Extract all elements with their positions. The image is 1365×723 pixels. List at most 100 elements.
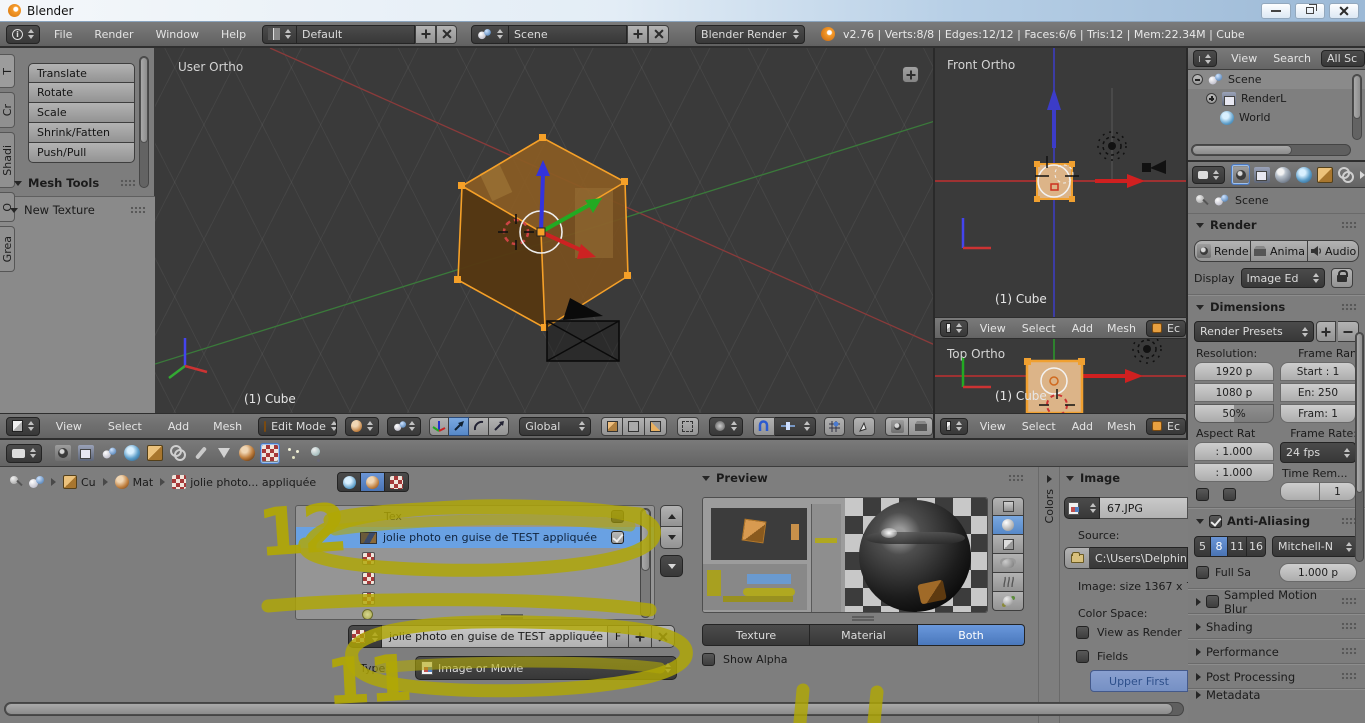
performance-panel-header[interactable]: Performance — [1188, 640, 1365, 663]
viewport-menu-add[interactable]: Add — [168, 420, 189, 433]
properties-tab-render-layers[interactable] — [76, 443, 96, 464]
border-checkbox[interactable] — [1196, 488, 1209, 501]
properties-tab-data[interactable] — [214, 443, 234, 464]
new-texture-panel-header[interactable]: New Texture — [10, 203, 146, 217]
preview-flat-button[interactable] — [992, 497, 1024, 516]
properties-tab-physics[interactable] — [306, 443, 326, 464]
properties-tab-render[interactable] — [1231, 164, 1250, 185]
preview-cube-button[interactable] — [992, 535, 1024, 554]
crop-checkbox[interactable] — [1223, 488, 1236, 501]
pin-icon[interactable] — [1196, 195, 1208, 207]
display-lock-button[interactable] — [1331, 268, 1353, 288]
outliner-menu-view[interactable]: View — [1231, 52, 1257, 65]
preview-tab-material[interactable]: Material — [810, 624, 918, 646]
breadcrumb-object[interactable]: Cu — [63, 475, 96, 489]
outliner-h-scrollbar[interactable] — [1191, 144, 1351, 156]
full-sample-checkbox[interactable] — [1196, 566, 1209, 579]
colors-panel-title[interactable]: Colors — [1043, 489, 1056, 523]
top-menu-select[interactable]: Select — [1022, 420, 1056, 433]
front-menu-select[interactable]: Select — [1022, 322, 1056, 335]
tool-tab-grease[interactable]: Grea — [0, 226, 15, 272]
vertex-select-toggle[interactable] — [601, 417, 623, 436]
frame-start-field[interactable]: Start : 1 — [1280, 362, 1356, 381]
restore-button[interactable] — [1295, 3, 1325, 19]
time-remap-new-field[interactable]: 1 — [1320, 482, 1356, 501]
slot-enable-checkbox[interactable] — [611, 510, 624, 523]
sampled-motion-blur-checkbox[interactable] — [1206, 595, 1219, 608]
aa-samples-16-button[interactable]: 16 — [1247, 536, 1266, 557]
outliner-v-scrollbar[interactable] — [1352, 74, 1362, 140]
tool-scale-button[interactable]: Scale — [28, 103, 135, 123]
slot-add-icon[interactable] — [362, 609, 373, 620]
slot-specials-menu-button[interactable] — [660, 555, 683, 577]
top-mode-selector[interactable]: Ec — [1146, 418, 1186, 435]
pivot-point-selector[interactable] — [387, 417, 421, 436]
properties-tab-world[interactable] — [1295, 164, 1314, 185]
aa-filter-size-field[interactable]: 1.000 p — [1279, 563, 1357, 582]
texture-name-field[interactable]: jolie photo en guise de TEST appliquée — [382, 625, 608, 648]
view-as-render-checkbox[interactable] — [1076, 626, 1089, 639]
editor-type-selector[interactable] — [940, 320, 968, 337]
image-name-field[interactable]: 67.JPG — [1100, 497, 1188, 519]
opengl-render-still-button[interactable] — [885, 417, 909, 436]
aa-filter-selector[interactable]: Mitchell-N — [1272, 536, 1358, 557]
snap-element-selector[interactable] — [775, 417, 816, 436]
limit-selection-visible-toggle[interactable] — [677, 417, 699, 436]
collapse-icon[interactable] — [1192, 74, 1203, 85]
tool-shelf-scrollbar[interactable] — [139, 56, 149, 188]
edge-select-toggle[interactable] — [623, 417, 645, 436]
scene-field[interactable]: Scene — [509, 25, 627, 44]
slot-move-down-button[interactable] — [660, 527, 683, 549]
texture-slot-row-selected[interactable]: jolie photo en guise de TEST appliquée — [296, 527, 654, 548]
list-resize-grip[interactable] — [501, 614, 523, 619]
aspect-y-field[interactable]: : 1.000 — [1194, 463, 1274, 482]
aa-samples-5-button[interactable]: 5 — [1194, 536, 1211, 557]
render-presets-selector[interactable]: Render Presets — [1194, 321, 1314, 342]
preview-monkey-button[interactable] — [992, 554, 1024, 573]
expand-icon[interactable] — [1206, 93, 1217, 104]
menu-help[interactable]: Help — [221, 28, 246, 41]
render-panel-header[interactable]: Render — [1188, 214, 1365, 236]
tool-tab-create[interactable]: Cr — [0, 92, 15, 128]
anti-aliasing-checkbox[interactable] — [1209, 515, 1222, 528]
aspect-x-field[interactable]: : 1.000 — [1194, 442, 1274, 461]
metadata-panel-header[interactable]: Metadata — [1188, 690, 1365, 700]
face-select-toggle[interactable] — [645, 417, 667, 436]
show-alpha-checkbox[interactable] — [702, 653, 715, 666]
outliner-row-world[interactable]: World — [1188, 108, 1365, 127]
editor-type-selector[interactable]: i — [6, 25, 40, 44]
properties-tab-modifiers[interactable] — [191, 443, 211, 464]
screen-layout-delete-button[interactable] — [436, 25, 457, 44]
manipulator-rotate-toggle[interactable] — [469, 417, 489, 436]
fields-checkbox[interactable] — [1076, 650, 1089, 663]
properties-tab-texture[interactable] — [260, 443, 280, 464]
render-animation-button[interactable]: Anima — [1251, 240, 1308, 262]
screen-layout-icon-selector[interactable] — [262, 25, 297, 44]
properties-tab-constraints[interactable] — [168, 443, 188, 464]
front-menu-mesh[interactable]: Mesh — [1107, 322, 1136, 335]
tool-tab-tools[interactable]: T — [0, 54, 15, 88]
tool-push-pull-button[interactable]: Push/Pull — [28, 143, 135, 163]
properties-tab-object[interactable] — [1316, 164, 1335, 185]
frame-step-field[interactable]: Fram: 1 — [1280, 404, 1356, 423]
top-menu-view[interactable]: View — [980, 420, 1006, 433]
manipulator-axes-toggle[interactable] — [429, 417, 449, 436]
pin-icon[interactable] — [10, 476, 22, 488]
properties-tab-particles[interactable] — [283, 443, 303, 464]
fps-selector[interactable]: 24 fps — [1280, 442, 1356, 463]
properties-tab-object[interactable] — [145, 443, 165, 464]
aa-samples-11-button[interactable]: 11 — [1228, 536, 1247, 557]
viewport-menu-mesh[interactable]: Mesh — [213, 420, 242, 433]
top-menu-mesh[interactable]: Mesh — [1107, 420, 1136, 433]
viewport-menu-select[interactable]: Select — [108, 420, 142, 433]
outliner-filter-selector[interactable]: All Sc — [1321, 50, 1365, 67]
preview-resize-grip[interactable] — [852, 616, 874, 621]
aa-samples-8-button[interactable]: 8 — [1211, 536, 1228, 557]
image-filepath-field[interactable]: C:\Users\Delphine\ — [1090, 547, 1188, 569]
frame-end-field[interactable]: En: 250 — [1280, 383, 1356, 402]
texture-context-material-toggle[interactable] — [361, 472, 385, 492]
scene-delete-button[interactable] — [648, 25, 669, 44]
snap-grid-button[interactable] — [824, 417, 846, 436]
properties-scrollbar[interactable] — [1355, 332, 1364, 562]
slot-move-up-button[interactable] — [660, 505, 683, 527]
